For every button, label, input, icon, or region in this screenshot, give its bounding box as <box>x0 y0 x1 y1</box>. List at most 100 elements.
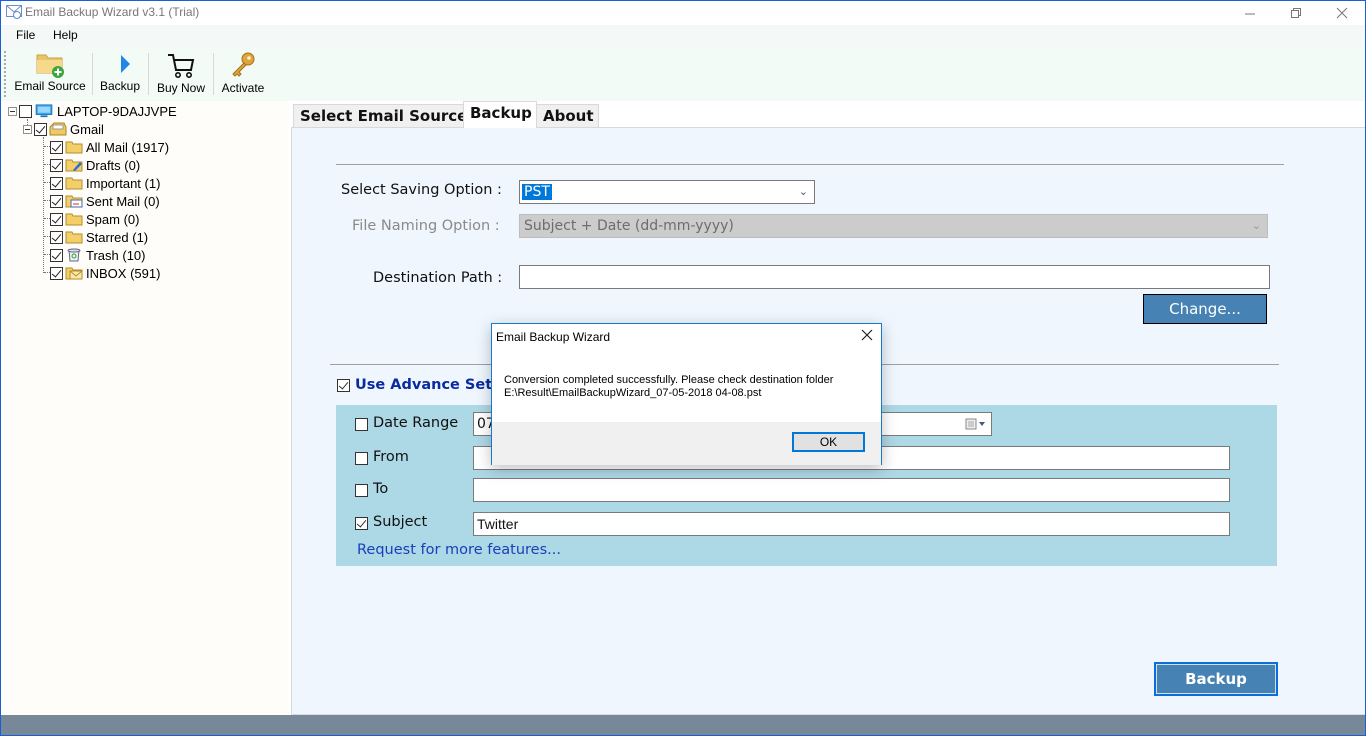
tab-select-email-source[interactable]: Select Email Source <box>293 104 473 127</box>
tree-folder-item[interactable]: All Mail (1917) <box>50 138 169 156</box>
to-input[interactable] <box>473 478 1230 502</box>
divider <box>336 164 1284 165</box>
folder-checkbox[interactable] <box>50 158 63 172</box>
folder-checkbox[interactable] <box>50 176 63 190</box>
file-naming-label: File Naming Option : <box>352 218 500 234</box>
change-button[interactable]: Change... <box>1143 294 1267 324</box>
folder-icon <box>65 213 83 226</box>
menu-bar: File Help <box>1 25 1365 47</box>
activate-button[interactable]: Activate <box>217 49 269 99</box>
inbox-icon <box>65 267 83 280</box>
backup-toolbar-button[interactable]: Backup <box>97 49 143 99</box>
restore-icon <box>1291 8 1301 18</box>
backup-toolbar-label: Backup <box>99 79 141 93</box>
folder-checkbox[interactable] <box>50 194 63 208</box>
folder-add-icon <box>36 54 64 78</box>
from-label: From <box>373 449 409 465</box>
buy-now-label: Buy Now <box>156 81 206 95</box>
saving-option-value: PST <box>522 184 552 200</box>
status-bar <box>1 715 1365 735</box>
toolbar-grip <box>4 51 6 97</box>
to-label: To <box>373 481 389 497</box>
toolbar-separator <box>213 53 214 95</box>
mailbox-icon <box>49 122 67 136</box>
file-naming-select[interactable]: Subject + Date (dd-mm-yyyy) ⌄ <box>519 214 1268 238</box>
collapse-toggle[interactable] <box>8 106 17 116</box>
folder-label: Sent Mail (0) <box>86 193 160 209</box>
chevron-down-icon: ⌄ <box>1251 219 1261 232</box>
menu-help[interactable]: Help <box>53 28 78 42</box>
file-naming-value: Subject + Date (dd-mm-yyyy) <box>524 218 734 234</box>
destination-path-label: Destination Path : <box>373 270 503 286</box>
close-button[interactable] <box>1319 1 1365 25</box>
folder-checkbox[interactable] <box>50 248 63 262</box>
tree-folder-item[interactable]: Drafts (0) <box>50 156 140 174</box>
tree-root-node[interactable]: LAPTOP-9DAJJVPE <box>8 102 177 120</box>
toolbar: Email Source Backup Buy Now Activate <box>1 47 1365 101</box>
subject-checkbox[interactable] <box>355 517 368 530</box>
ok-button[interactable]: OK <box>792 432 865 452</box>
tree-account-label: Gmail <box>70 121 104 137</box>
window-title: Email Backup Wizard v3.1 (Trial) <box>25 5 200 19</box>
collapse-toggle[interactable] <box>23 124 32 134</box>
restore-button[interactable] <box>1273 1 1319 25</box>
message-dialog: Email Backup Wizard Conversion completed… <box>491 323 882 465</box>
folder-label: Trash (10) <box>86 247 146 263</box>
to-checkbox[interactable] <box>355 484 368 497</box>
calendar-icon[interactable] <box>965 418 987 430</box>
tree-account-node[interactable]: Gmail <box>23 120 104 138</box>
tree-folder-item[interactable]: Sent Mail (0) <box>50 192 160 210</box>
buy-now-button[interactable]: Buy Now <box>153 49 209 99</box>
backup-button[interactable]: Backup <box>1154 662 1278 696</box>
minimize-icon <box>1245 13 1255 15</box>
tab-backup[interactable]: Backup <box>463 101 537 128</box>
tree-root-label: LAPTOP-9DAJJVPE <box>57 103 177 119</box>
minimize-button[interactable] <box>1227 1 1273 25</box>
tab-about[interactable]: About <box>536 104 599 127</box>
folder-icon <box>65 141 83 154</box>
folder-checkbox[interactable] <box>50 266 63 280</box>
cart-icon <box>168 54 195 78</box>
app-mail-icon <box>6 5 22 19</box>
folder-checkbox[interactable] <box>50 230 63 244</box>
tree-folder-item[interactable]: Starred (1) <box>50 228 148 246</box>
folder-tree: LAPTOP-9DAJJVPE Gmail All Mail (1917) Dr… <box>1 101 289 715</box>
folder-icon <box>65 231 83 244</box>
close-icon <box>1336 7 1348 19</box>
dialog-message-line1: Conversion completed successfully. Pleas… <box>504 374 834 386</box>
toolbar-separator <box>148 53 149 95</box>
date-range-label: Date Range <box>373 415 459 431</box>
tree-connector <box>43 137 44 273</box>
tree-folder-item[interactable]: Trash (10) <box>50 246 145 264</box>
tree-folder-item[interactable]: Spam (0) <box>50 210 139 228</box>
destination-path-input[interactable] <box>519 265 1270 289</box>
request-features-link[interactable]: Request for more features... <box>357 542 561 558</box>
menu-file[interactable]: File <box>16 28 35 42</box>
folder-label: INBOX (591) <box>86 265 161 281</box>
dialog-close-button[interactable] <box>861 328 873 346</box>
email-source-button[interactable]: Email Source <box>13 49 87 99</box>
activate-label: Activate <box>221 81 265 95</box>
play-icon <box>121 55 130 73</box>
dialog-title: Email Backup Wizard <box>496 330 611 344</box>
date-range-checkbox[interactable] <box>355 418 368 431</box>
key-icon <box>232 52 255 77</box>
dialog-message: Conversion completed successfully. Pleas… <box>504 374 833 400</box>
from-checkbox[interactable] <box>355 452 368 465</box>
tree-folder-item[interactable]: Important (1) <box>50 174 160 192</box>
computer-icon <box>35 104 53 118</box>
tree-folder-item[interactable]: INBOX (591) <box>50 264 160 282</box>
title-bar: Email Backup Wizard v3.1 (Trial) <box>1 1 1365 25</box>
folder-checkbox[interactable] <box>50 140 63 154</box>
toolbar-separator <box>92 53 93 95</box>
account-checkbox[interactable] <box>34 122 47 136</box>
dialog-message-line2: E:\Result\EmailBackupWizard_07-05-2018 0… <box>504 387 762 399</box>
saving-option-select[interactable]: PST ⌄ <box>519 180 815 204</box>
folder-checkbox[interactable] <box>50 212 63 226</box>
subject-input[interactable] <box>473 512 1230 536</box>
root-checkbox[interactable] <box>19 104 32 118</box>
folder-label: All Mail (1917) <box>86 139 170 155</box>
app-window: Email Backup Wizard v3.1 (Trial) File He… <box>0 0 1366 736</box>
advance-settings-checkbox[interactable] <box>337 379 350 392</box>
folder-label: Drafts (0) <box>86 157 141 173</box>
